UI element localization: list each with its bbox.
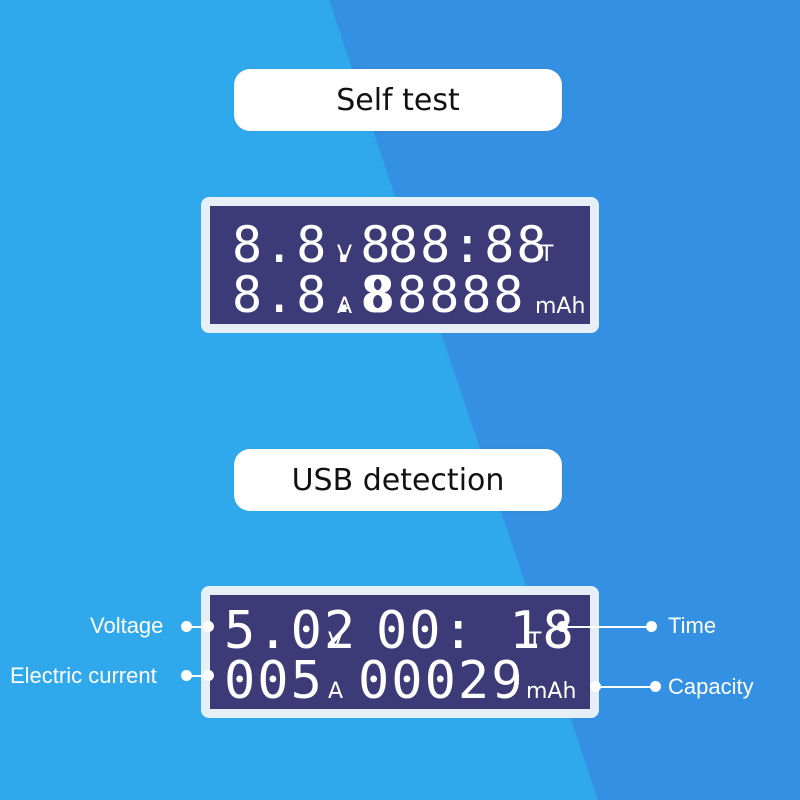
callout-label-voltage: Voltage: [90, 613, 164, 638]
lcd-screen: 8.8.8 V 88:88 T 8.8.8 A 88888 mAh: [210, 206, 590, 324]
current-unit: A: [328, 679, 344, 704]
voltage-unit: V: [337, 242, 353, 267]
lcd-screen: 5.02 V 00: 18 T 005 A 00029 mAh: [210, 595, 590, 709]
callout-dot-time-outer: [646, 621, 657, 632]
callout-label-time: Time: [668, 613, 717, 638]
current-unit: A: [337, 294, 353, 319]
usb-detection-title: USB detection: [234, 449, 562, 511]
lcd-display-usb-detection: 5.02 V 00: 18 T 005 A 00029 mAh: [201, 586, 599, 718]
time-unit: T: [528, 629, 542, 654]
time-readout: 00: 18: [376, 601, 576, 661]
time-readout: 88:88: [388, 216, 549, 274]
capacity-readout: 00029: [358, 651, 525, 711]
capacity-unit: mAh: [535, 294, 586, 319]
capacity-unit: mAh: [526, 679, 577, 704]
callout-line-capacity: [595, 686, 653, 688]
callout-label-capacity: Capacity: [668, 674, 754, 699]
callout-dot-voltage-inner: [203, 621, 214, 632]
callout-dot-current-inner: [203, 670, 214, 681]
time-unit: T: [540, 242, 554, 267]
voltage-unit: V: [328, 629, 344, 654]
self-test-title: Self test: [234, 69, 562, 131]
current-readout: 005: [224, 651, 324, 711]
callout-line-time: [562, 626, 652, 628]
callout-label-current: Electric current: [10, 663, 157, 688]
lcd-display-self-test: 8.8.8 V 88:88 T 8.8.8 A 88888 mAh: [201, 197, 599, 333]
capacity-readout: 88888: [365, 266, 526, 324]
callout-dot-capacity-outer: [650, 681, 661, 692]
voltage-readout: 8.8.8: [232, 216, 393, 274]
